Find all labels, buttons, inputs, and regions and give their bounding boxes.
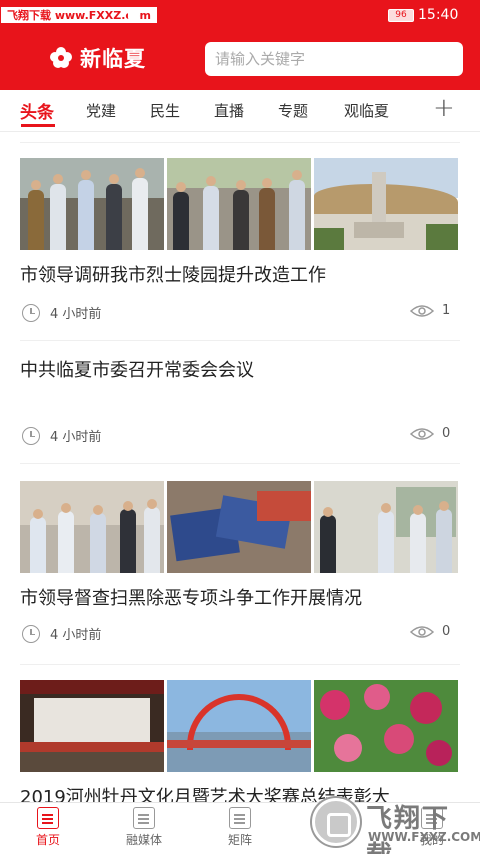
news-views: 0: [410, 426, 450, 441]
news-image-row: [20, 481, 458, 573]
news-image: [167, 481, 311, 573]
active-tab-indicator: [21, 124, 55, 127]
news-time-text: 4 小时前: [50, 307, 102, 322]
status-time: 15:40: [418, 7, 459, 23]
add-tab-icon[interactable]: +: [433, 93, 455, 123]
news-image: [20, 158, 164, 250]
watermark-text: 飞翔下载: [366, 804, 451, 854]
tab-live[interactable]: 直播: [214, 100, 244, 121]
eye-icon: [410, 427, 434, 440]
eye-icon: [410, 625, 434, 638]
news-views-count: 0: [442, 624, 451, 639]
news-time: 4 小时前: [22, 426, 101, 445]
app-header: 新临夏 请输入关键字: [0, 30, 480, 90]
news-image-row: [20, 680, 458, 772]
nav-matrix[interactable]: 矩阵: [210, 807, 270, 848]
watermark-bottom: 飞翔下载 WWW.FXXZ.COM: [312, 794, 480, 854]
news-time: 4 小时前: [22, 303, 101, 322]
tab-livelihood[interactable]: 民生: [150, 100, 180, 121]
clock-icon: [22, 426, 40, 445]
nav-home[interactable]: 首页: [18, 807, 78, 848]
news-image: [314, 680, 458, 772]
clock-icon: [22, 624, 40, 643]
divider: [20, 142, 460, 143]
news-image: [314, 481, 458, 573]
news-views-count: 0: [442, 426, 451, 441]
news-views: 0: [410, 624, 450, 639]
news-image: [20, 680, 164, 772]
logo-flower-icon: [50, 47, 72, 68]
tab-special[interactable]: 专题: [278, 100, 308, 121]
news-image-row: [20, 158, 458, 250]
nav-media-label: 融媒体: [125, 833, 162, 847]
battery-icon: 96: [388, 9, 414, 22]
divider: [20, 340, 460, 341]
tab-view-linxia[interactable]: 观临夏: [344, 100, 389, 121]
news-image: [20, 481, 164, 573]
nav-home-label: 首页: [35, 833, 60, 847]
matrix-icon: [229, 807, 251, 829]
watermark-url: WWW.FXXZ.COM: [368, 830, 480, 844]
news-time-text: 4 小时前: [50, 430, 102, 445]
nav-media[interactable]: 融媒体: [114, 807, 174, 848]
category-tabs: 头条 党建 民生 直播 专题 观临夏 +: [0, 90, 480, 132]
news-title[interactable]: 市领导调研我市烈士陵园提升改造工作: [20, 261, 460, 287]
news-image: [314, 158, 458, 250]
news-image: [167, 158, 311, 250]
divider: [20, 664, 460, 665]
tab-headlines[interactable]: 头条: [20, 98, 54, 123]
search-input[interactable]: 请输入关键字: [205, 42, 463, 76]
news-image: [167, 680, 311, 772]
media-icon: [133, 807, 155, 829]
news-time-text: 4 小时前: [50, 628, 102, 643]
watermark-logo-icon: [312, 798, 360, 846]
divider: [20, 463, 460, 464]
eye-icon: [410, 304, 434, 317]
news-views-count: 1: [442, 303, 451, 318]
status-bar: 飞翔下载 www.FXXZ.com 96 15:40: [0, 0, 480, 30]
news-views: 1: [410, 303, 450, 318]
news-title[interactable]: 市领导督查扫黑除恶专项斗争工作开展情况: [20, 584, 460, 610]
news-time: 4 小时前: [22, 624, 101, 643]
tab-party[interactable]: 党建: [86, 100, 116, 121]
clock-icon: [22, 303, 40, 322]
home-news-icon: [37, 807, 59, 829]
news-title[interactable]: 中共临夏市委召开常委会会议: [20, 356, 460, 382]
notification-icon: [128, 10, 139, 19]
app-logo: 新临夏: [48, 43, 146, 73]
nav-matrix-label: 矩阵: [227, 833, 252, 847]
app-name: 新临夏: [80, 46, 146, 71]
